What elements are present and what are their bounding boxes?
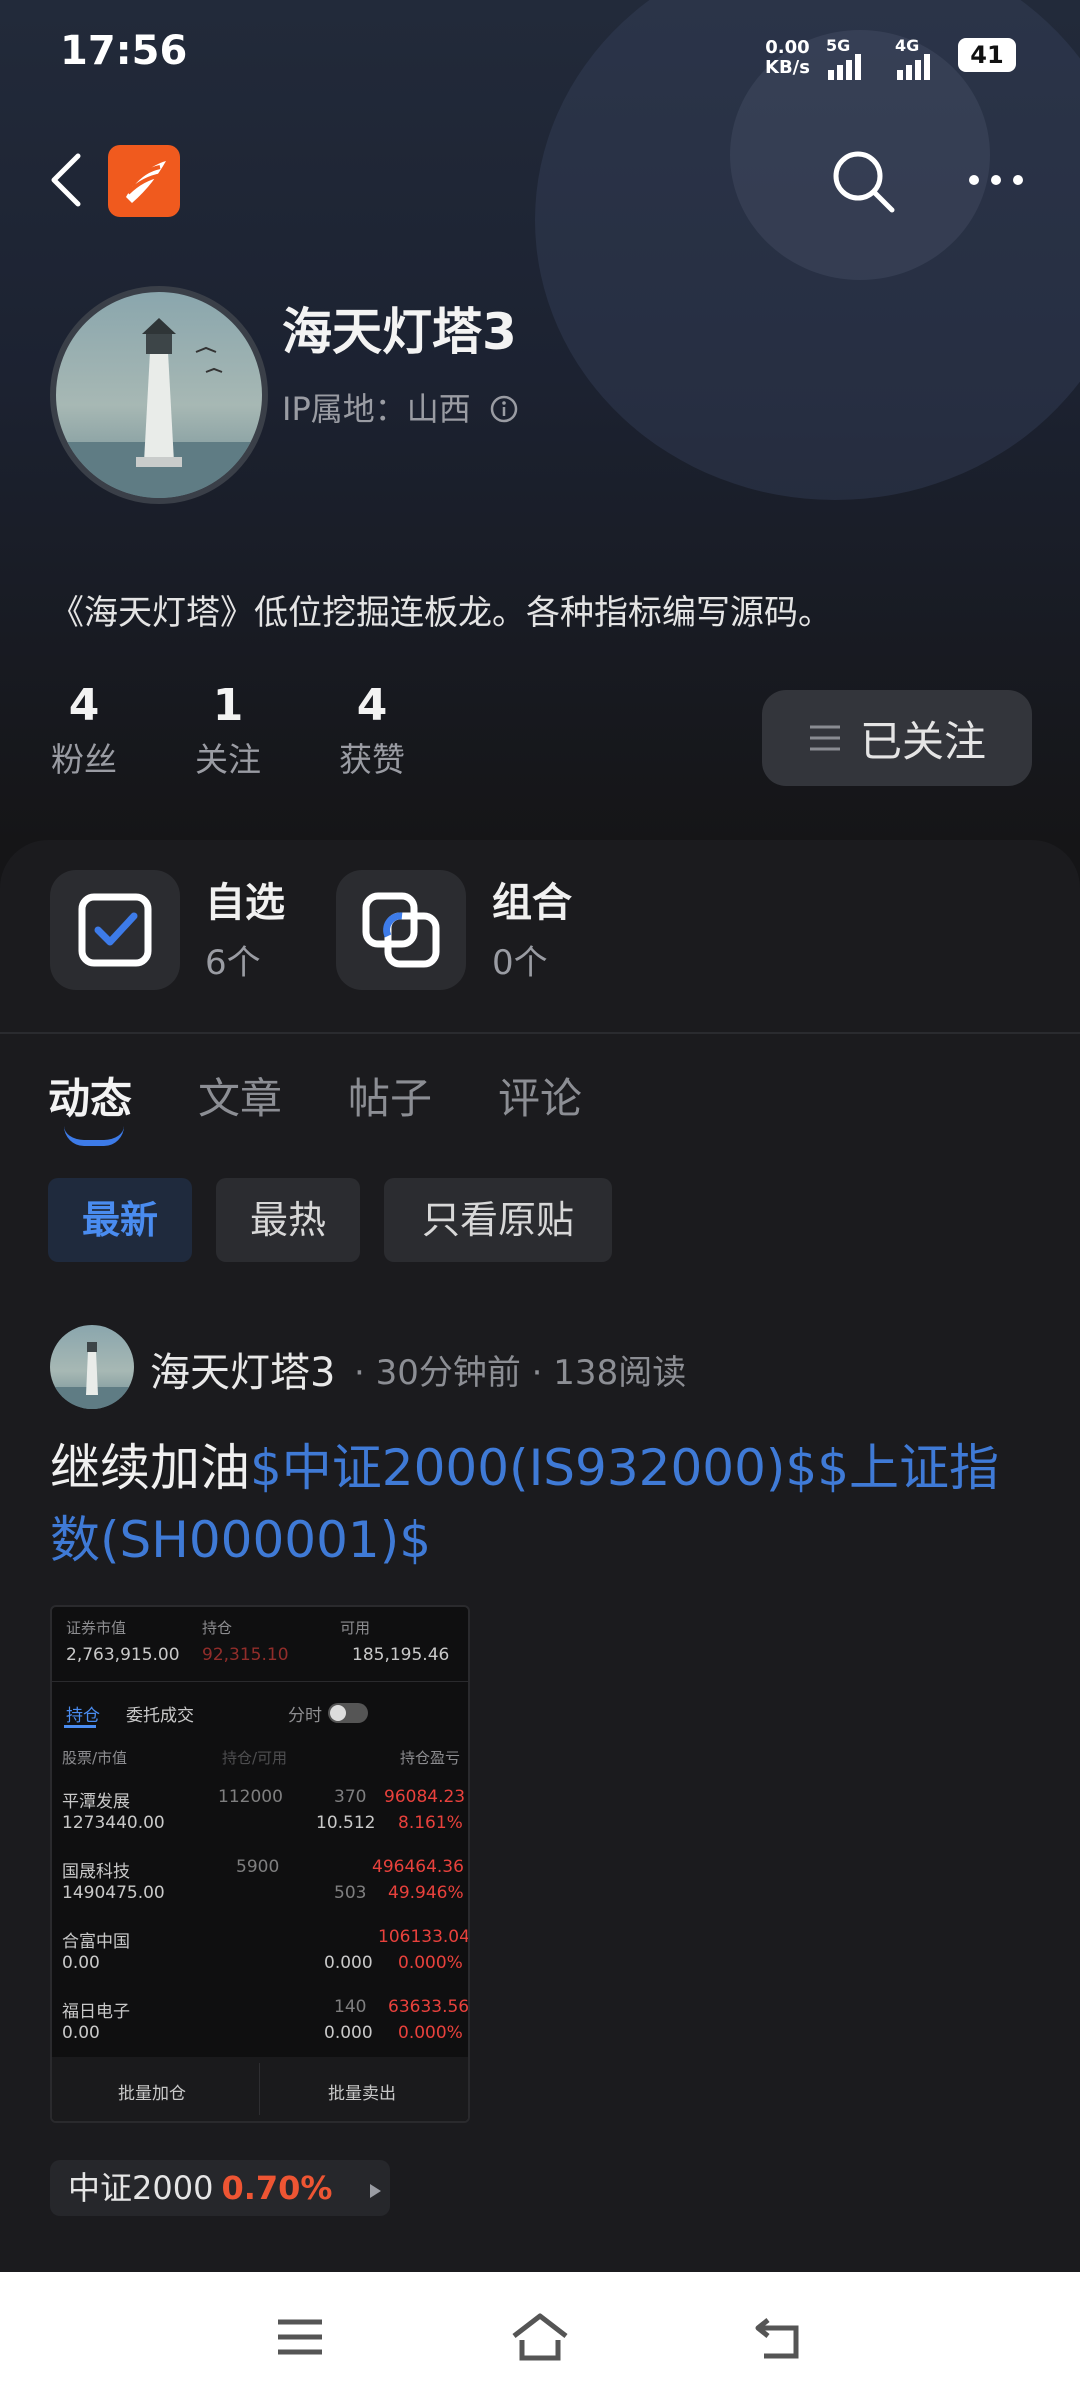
more-options-icon[interactable] xyxy=(968,172,1024,188)
menu-lines-icon xyxy=(809,725,840,751)
watchlist-tile[interactable] xyxy=(50,870,180,990)
app-logo-icon[interactable] xyxy=(108,145,180,217)
post-author-avatar[interactable] xyxy=(50,1325,134,1409)
battery-icon: 41 xyxy=(958,38,1016,72)
post-meta: · 30分钟前 · 138阅读 xyxy=(354,1353,687,1393)
status-time: 17:56 xyxy=(60,28,188,74)
post-author-name[interactable]: 海天灯塔3 xyxy=(150,1340,335,1398)
watchlist-title[interactable]: 自选 xyxy=(205,870,285,928)
recent-apps-icon[interactable] xyxy=(270,2310,330,2364)
post-image[interactable]: 证券市值 持仓 可用 2,763,915.00 92,315.10 185,19… xyxy=(50,1605,470,2123)
avatar[interactable] xyxy=(50,286,268,504)
tab-posts[interactable]: 帖子 xyxy=(348,1065,432,1126)
portfolio-tile[interactable] xyxy=(336,870,466,990)
profile-bio: 《海天灯塔》低位挖掘连板龙。各种指标编写源码。 xyxy=(50,593,832,633)
signal-5g-icon: 5G xyxy=(826,36,861,80)
tab-activity[interactable]: 动态 xyxy=(48,1065,132,1126)
watchlist-count: 6个 xyxy=(205,943,261,983)
checkbox-icon xyxy=(78,893,152,967)
stat-following[interactable]: 1 关注 xyxy=(168,680,288,781)
portfolio-count: 0个 xyxy=(492,943,548,983)
followed-button[interactable]: 已关注 xyxy=(762,690,1032,786)
stat-likes[interactable]: 4 获赞 xyxy=(312,680,432,781)
signal-4g-icon: 4G xyxy=(895,36,930,80)
divider xyxy=(0,1032,1080,1034)
filter-hottest[interactable]: 最热 xyxy=(216,1178,360,1262)
back-arrow-icon[interactable] xyxy=(48,150,84,210)
portfolio-title[interactable]: 组合 xyxy=(492,870,572,928)
play-arrow-icon xyxy=(369,2184,381,2198)
tab-comments[interactable]: 评论 xyxy=(498,1065,582,1126)
home-icon[interactable] xyxy=(510,2310,570,2364)
tab-articles[interactable]: 文章 xyxy=(198,1065,282,1126)
filter-original-only[interactable]: 只看原贴 xyxy=(384,1178,612,1262)
overlap-squares-icon xyxy=(362,892,440,968)
back-nav-icon[interactable] xyxy=(750,2310,810,2364)
search-icon[interactable] xyxy=(830,148,896,214)
info-icon[interactable] xyxy=(489,394,519,424)
post-content[interactable]: 继续加油$中证2000(IS932000)$$上证指数(SH000001)$ xyxy=(50,1432,1040,1576)
ip-location: IP属地：山西 xyxy=(282,384,519,430)
network-speed: 0.00 KB/s xyxy=(765,37,810,78)
stat-followers[interactable]: 4 粉丝 xyxy=(24,680,144,781)
profile-name: 海天灯塔3 xyxy=(282,303,517,361)
filter-latest[interactable]: 最新 xyxy=(48,1178,192,1262)
index-quote-chip[interactable]: 中证2000 0.70% xyxy=(50,2160,390,2216)
